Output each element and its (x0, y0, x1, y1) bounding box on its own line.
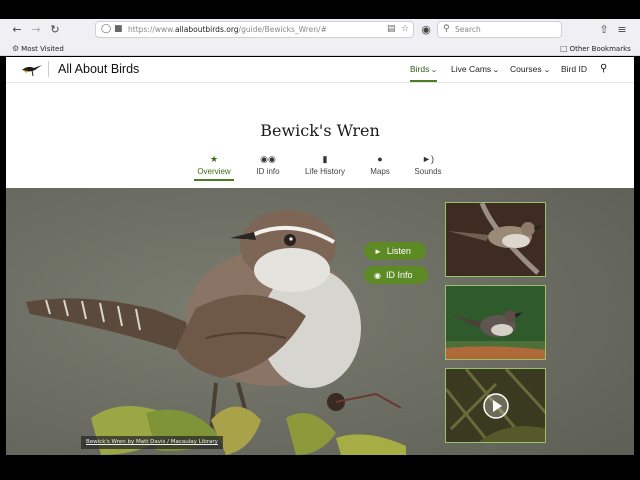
search-icon: ⚲ (443, 24, 450, 34)
species-tabs: ★ Overview ◉◉ ID info ▮ Life History ● M… (6, 153, 634, 183)
bottom-black-strip (0, 455, 640, 480)
menu-icon[interactable]: ≡ (614, 22, 630, 38)
site-header: All About Birds Birds⌄ Live Cams⌄ Course… (6, 57, 634, 83)
book-icon: ▮ (322, 154, 328, 164)
bookmark-other[interactable]: □ Other Bookmarks (560, 41, 631, 57)
binoculars-icon: ◉ (374, 271, 381, 280)
lock-icon[interactable]: ■ (114, 22, 123, 37)
back-icon[interactable]: ← (9, 22, 25, 38)
url-text[interactable]: https://www.allaboutbirds.org/guide/Bewi… (128, 22, 327, 37)
tab-sounds[interactable]: ►) Sounds (411, 153, 445, 178)
listen-button[interactable]: ► Listen (364, 242, 426, 260)
speaker-icon: ►) (422, 154, 434, 164)
gear-icon: ⚙ (12, 44, 20, 53)
bookmark-star-icon[interactable]: ☆ (401, 22, 409, 37)
menu-birds[interactable]: Birds⌄ (410, 57, 439, 82)
shield-icon[interactable]: ◯ (101, 22, 111, 37)
navigation-toolbar: ← → ↻ ◯ ■ https://www.allaboutbirds.org/… (0, 19, 640, 40)
search-placeholder: Search (455, 25, 481, 34)
binoculars-icon: ◉◉ (260, 154, 276, 164)
forward-icon[interactable]: → (28, 22, 44, 38)
id-info-button[interactable]: ◉ ID Info (364, 266, 428, 284)
tab-maps[interactable]: ● Maps (367, 153, 393, 178)
search-box[interactable]: ⚲ Search (437, 21, 562, 38)
reload-icon[interactable]: ↻ (47, 22, 63, 38)
menu-courses[interactable]: Courses⌄ (510, 57, 550, 83)
globe-icon: ● (377, 154, 383, 164)
tab-id-info[interactable]: ◉◉ ID info (253, 153, 283, 178)
chevron-down-icon: ⌄ (492, 67, 500, 74)
search-icon[interactable]: ⚲ (600, 57, 607, 81)
thumb-wren-branch (446, 203, 545, 276)
tab-life-history[interactable]: ▮ Life History (302, 153, 348, 178)
speaker-icon: ► (374, 247, 382, 256)
web-page: All About Birds Birds⌄ Live Cams⌄ Course… (6, 57, 634, 455)
menu-bird-id[interactable]: Bird ID (561, 57, 587, 81)
top-black-strip (0, 0, 640, 19)
tab-overview[interactable]: ★ Overview (194, 153, 234, 181)
thumb-wren-perch (446, 286, 545, 359)
hero-image: ► Listen ◉ ID Info Bewick's Wren by Matt… (6, 188, 634, 455)
chevron-down-icon: ⌄ (542, 67, 551, 74)
play-icon[interactable] (483, 393, 509, 419)
star-icon: ★ (209, 154, 219, 164)
chevron-down-icon: ⌄ (430, 67, 439, 74)
bookmark-most-visited[interactable]: ⚙ Most Visited (12, 41, 64, 57)
photo-credit[interactable]: Bewick's Wren by Matt Davis / Macaulay L… (81, 436, 223, 449)
logo-icon[interactable] (20, 61, 44, 77)
logo-divider (48, 61, 49, 77)
menu-live-cams[interactable]: Live Cams⌄ (451, 57, 500, 83)
address-bar[interactable]: ◯ ■ https://www.allaboutbirds.org/guide/… (95, 21, 414, 38)
site-logo-text[interactable]: All About Birds (58, 57, 139, 81)
extensions-icon[interactable]: ⇧ (596, 22, 612, 38)
folder-icon: □ (560, 44, 568, 53)
browser-chrome: ← → ↻ ◯ ■ https://www.allaboutbirds.org/… (0, 19, 640, 56)
thumbnail-2[interactable] (445, 285, 546, 360)
thumbnail-1[interactable] (445, 202, 546, 277)
thumbnail-video[interactable] (445, 368, 546, 443)
pocket-icon[interactable]: ◉ (418, 22, 434, 38)
reader-icon[interactable]: ▤ (387, 22, 396, 37)
bookmarks-toolbar: ⚙ Most Visited □ Other Bookmarks (0, 41, 640, 56)
page-title: Bewick's Wren (260, 121, 380, 140)
